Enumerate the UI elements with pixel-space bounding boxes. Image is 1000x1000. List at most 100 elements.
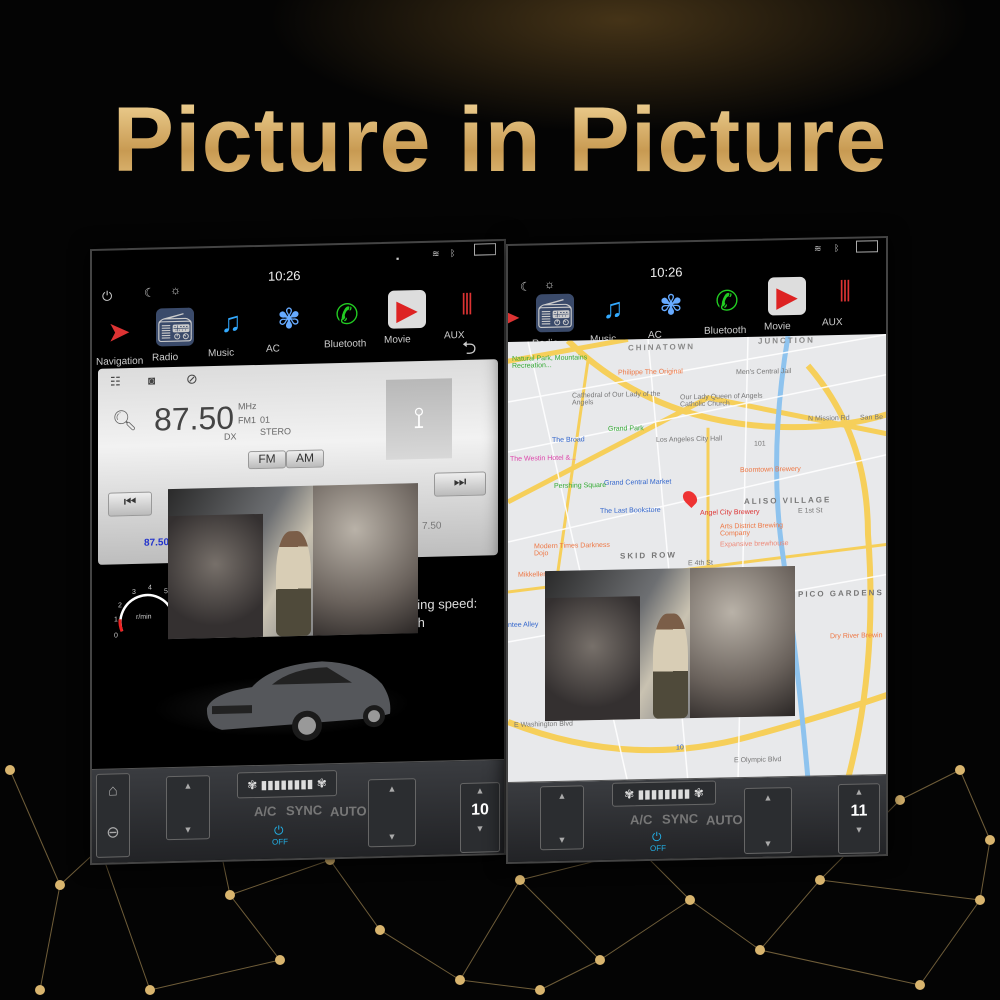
map-label[interactable]: Boomtown Brewery [740,466,801,474]
car-image [206,661,391,741]
network-line [689,899,761,951]
am-button[interactable]: AM [286,449,324,469]
map-label[interactable]: E Washington Blvd [514,721,573,729]
network-line [599,899,691,961]
map-label[interactable]: Dry River Brewin [830,632,883,640]
radio-icon: 📻︎ [156,307,194,347]
network-line [329,859,381,931]
map-label[interactable]: Grand Central Market [604,479,671,487]
speaker-icon[interactable]: ◙ [148,373,155,387]
play-icon: ▶ [768,276,806,316]
gauge-tick: 1 [114,616,118,623]
map-label[interactable]: ALISO VILLAGE [744,495,831,506]
map-label[interactable]: JUNCTION [758,336,815,346]
right-temp-stepper[interactable]: ▲ ▼ [744,787,792,855]
clock: 10:26 [650,264,683,280]
preset-left[interactable]: 87.50 [144,537,169,549]
night-mode-icon[interactable]: ☾ [144,286,155,300]
map-label[interactable]: SKID ROW [620,550,677,560]
map-label[interactable]: The Last Bookstore [600,507,661,515]
map-label[interactable]: N Mission Rd [808,415,850,423]
headline: Picture in Picture [0,88,1000,193]
right-head-unit-screen: ☾ ☼ 10:26 ≋ ᛒ ➤ion📻︎Radio♫Music✾AC✆Bluet… [506,235,888,865]
search-icon[interactable]: 🔍︎ [112,408,137,434]
music-note-icon: ♫ [602,292,624,324]
window-icon[interactable] [856,240,878,253]
speed-label: ning speed: [410,595,478,613]
left-temp-stepper[interactable]: ▲ ▼ [540,785,584,851]
phone-icon: ✆ [715,284,739,317]
wifi-icon: ≋ [432,248,440,259]
network-dot [515,875,525,885]
network-line [919,899,981,986]
network-line [519,879,601,961]
auto-button[interactable]: AUTO [330,803,367,819]
map-label[interactable]: San Be [860,414,883,421]
map-label[interactable]: Natural Park, Mountains Recreation... [512,354,602,370]
pip-video-window[interactable] [545,565,795,722]
network-dot [915,980,925,990]
map-label[interactable]: E 1st St [798,507,823,515]
antenna-icon[interactable]: ⟟ [386,378,452,460]
power-icon[interactable]: ⏻ [274,823,284,838]
previous-button[interactable]: ⏮ [108,491,152,517]
map-label[interactable]: Cathedral of Our Lady of the Angels [572,391,662,407]
network-line [459,979,541,991]
window-icon[interactable] [474,243,496,256]
map-label[interactable]: The Westin Hotel &... [510,455,576,463]
gauge-tick: 2 [118,602,122,609]
app-label: Movie [384,334,411,346]
dx-label: DX [224,431,237,442]
temperature-stepper[interactable]: ▲ 10 ▼ [460,782,500,854]
network-line [759,879,821,951]
fan-seat-icon: ✾ [277,302,301,335]
map-label[interactable]: Grand Park [608,425,644,433]
map-label[interactable]: ntee Alley [508,621,538,629]
gauge-unit: r/min [136,614,152,621]
map-label[interactable]: Men's Central Jail [736,368,791,376]
map-label[interactable]: Expansive brewhouse [720,540,789,548]
map-label[interactable]: 101 [754,441,766,448]
map-label[interactable]: Our Lady Queen of Angels Catholic Church [680,392,770,409]
night-mode-icon[interactable]: ☾ [520,279,531,293]
map-label[interactable]: Los Angeles City Hall [656,435,722,443]
fan-speed-bar[interactable]: ✾ ▮▮▮▮▮▮▮▮ ✾ [237,770,337,799]
preset-right[interactable]: 7.50 [422,520,441,531]
map-label[interactable]: Arts District Brewing Company [720,522,810,537]
pip-video-window[interactable] [168,483,418,640]
sync-button[interactable]: SYNC [286,802,322,818]
right-temp-stepper[interactable]: ▲ ▼ [368,778,416,848]
brightness-icon[interactable]: ☼ [170,283,181,297]
ac-button[interactable]: A/C [630,812,652,827]
brightness-icon[interactable]: ☼ [544,277,555,291]
map-label[interactable]: E 4th St [688,560,713,568]
equalizer-icon[interactable]: ☷ [110,374,121,388]
compass-icon[interactable]: ⊘ [186,370,198,387]
map-label[interactable]: The Broad [552,436,585,444]
fan-speed-bar[interactable]: ✾ ▮▮▮▮▮▮▮▮ ✾ [612,780,716,807]
next-button[interactable]: ⏭ [434,471,486,497]
power-icon[interactable]: ⏻ [652,830,662,845]
ac-button[interactable]: A/C [254,804,276,820]
auto-button[interactable]: AUTO [706,812,743,828]
map-label[interactable]: Pershing Square [554,482,606,490]
sync-button[interactable]: SYNC [662,811,698,827]
network-line [539,959,601,991]
climate-bar: ▲ ▼ ✾ ▮▮▮▮▮▮▮▮ ✾ A/C SYNC AUTO ⏻ OFF ▲ ▼ ▲… [508,774,886,862]
fm-button[interactable]: FM [248,450,286,470]
network-line [379,929,461,981]
left-temp-stepper[interactable]: ▲ ▼ [166,775,210,841]
network-line [9,769,61,886]
map-label[interactable]: 10 [676,744,684,751]
map-label[interactable]: Modern Times Darkness Dojo [534,542,624,558]
map-label[interactable]: Angel City Brewery [700,509,760,517]
home-icon[interactable]: ⌂ [97,782,129,801]
back-circle-icon[interactable]: ⊖ [97,822,129,843]
play-icon: ▶ [388,289,426,329]
temperature-stepper[interactable]: ▲ 11 ▼ [838,783,880,855]
map-label[interactable]: CHINATOWN [628,342,695,352]
map-label[interactable]: Philippe The Original [618,368,683,376]
map-label[interactable]: PICO GARDENS [798,588,884,599]
power-icon[interactable]: ⏻ [102,289,112,305]
map-label[interactable]: E Olympic Blvd [734,756,781,764]
